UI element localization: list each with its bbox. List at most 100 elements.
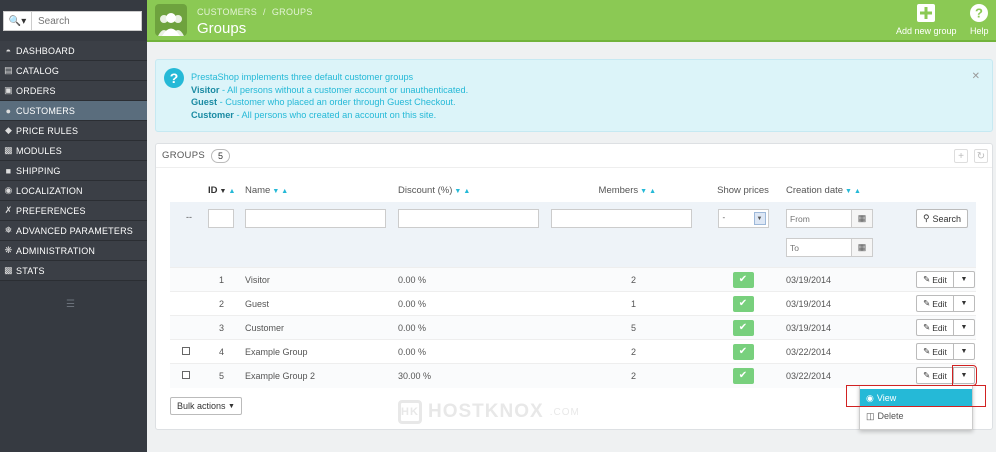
menu-item-administration[interactable]: ❋ ADMINISTRATION bbox=[0, 241, 147, 261]
filter-members-input[interactable] bbox=[551, 209, 692, 228]
sort-asc-icon[interactable]: ▲ bbox=[281, 188, 288, 195]
table-row[interactable]: 1 Visitor 0.00 % 2 ✔ 03/19/2014 ✎ Edit ▼ bbox=[170, 267, 976, 292]
search-button[interactable]: ⚲ Search bbox=[916, 209, 968, 228]
date-to-input[interactable] bbox=[786, 238, 852, 257]
caret-down-icon: ▼ bbox=[960, 324, 968, 331]
sort-desc-icon[interactable]: ▼ bbox=[272, 188, 279, 195]
edit-button[interactable]: ✎ Edit bbox=[916, 271, 954, 288]
menu-item-stats[interactable]: ▩ STATS bbox=[0, 261, 147, 281]
row-actions-toggle[interactable]: ▼ bbox=[954, 295, 975, 312]
row-actions-toggle[interactable]: ▼ bbox=[954, 343, 975, 360]
row-actions-toggle[interactable]: ▼ bbox=[952, 365, 977, 387]
menu-item-label: CUSTOMERS bbox=[16, 105, 76, 116]
menu-item-localization[interactable]: ◉ LOCALIZATION bbox=[0, 181, 147, 201]
sort-desc-icon[interactable]: ▼ bbox=[640, 188, 647, 195]
breadcrumb-item[interactable]: CUSTOMERS bbox=[197, 7, 257, 17]
cell-name: Guest bbox=[245, 291, 398, 316]
column-header-label: Discount (%) bbox=[398, 184, 453, 196]
search-type-button[interactable]: 🔍▾ bbox=[4, 12, 32, 30]
row-select-cell bbox=[170, 315, 208, 340]
filter-name-input[interactable] bbox=[245, 209, 386, 228]
menu-item-advanced-parameters[interactable]: ❅ ADVANCED PARAMETERS bbox=[0, 221, 147, 241]
filter-show-prices-select[interactable]: - ▼ bbox=[717, 209, 769, 228]
breadcrumb-item[interactable]: GROUPS bbox=[272, 7, 313, 17]
column-header-creation-date: Creation date ▼ ▲ bbox=[782, 178, 916, 202]
sort-asc-icon[interactable]: ▲ bbox=[463, 188, 470, 195]
table-row[interactable]: 5 Example Group 2 30.00 % 2 ✔ 03/22/2014 ✎ Edit… bbox=[170, 363, 977, 388]
sort-desc-icon[interactable]: ▼ bbox=[220, 188, 227, 195]
chevron-down-icon: ▼ bbox=[753, 212, 766, 225]
row-actions-toggle[interactable]: ▼ bbox=[954, 319, 975, 336]
table-row[interactable]: 2 Guest 0.00 % 1 ✔ 03/19/2014 ✎ Edit ▼ bbox=[170, 291, 976, 316]
menu-item-shipping[interactable]: ■ SHIPPING bbox=[0, 161, 147, 181]
menu-item-orders[interactable]: ▣ ORDERS bbox=[0, 81, 147, 101]
search-input[interactable] bbox=[32, 12, 141, 30]
edit-button[interactable]: ✎ Edit bbox=[916, 367, 954, 385]
cell-actions: ✎ Edit ▼ bbox=[916, 363, 977, 388]
row-checkbox[interactable] bbox=[182, 370, 190, 379]
edit-button[interactable]: ✎ Edit bbox=[916, 319, 954, 336]
date-from-input[interactable] bbox=[786, 209, 852, 228]
alert-term: Guest bbox=[191, 97, 218, 107]
filter-cell bbox=[551, 202, 704, 268]
calendar-icon[interactable]: ▦ bbox=[852, 209, 873, 228]
filter-cell bbox=[398, 202, 551, 268]
alert-line: Guest - Customer who placed an order thr… bbox=[191, 96, 468, 109]
table-row[interactable]: 4 Example Group 0.00 % 2 ✔ 03/22/2014 ✎ Edit ▼ bbox=[170, 339, 976, 364]
edit-button[interactable]: ✎ Edit bbox=[916, 295, 954, 312]
check-icon[interactable]: ✔ bbox=[732, 319, 754, 336]
pencil-icon: ✎ bbox=[923, 298, 931, 308]
sort-asc-icon[interactable]: ▲ bbox=[649, 188, 656, 195]
calendar-icon[interactable]: ▦ bbox=[852, 238, 873, 257]
groups-count-badge: 5 bbox=[210, 148, 231, 163]
cell-show-prices: ✔ bbox=[704, 315, 782, 340]
cell-members: 5 bbox=[551, 315, 704, 340]
menu-item-customers[interactable]: ● CUSTOMERS bbox=[0, 101, 147, 121]
bulk-actions-button[interactable]: Bulk actions ▼ bbox=[170, 397, 242, 415]
sort-desc-icon[interactable]: ▼ bbox=[845, 188, 852, 195]
sort-asc-icon[interactable]: ▲ bbox=[228, 188, 235, 195]
column-header-label: Members bbox=[598, 184, 639, 196]
check-icon[interactable]: ✔ bbox=[732, 343, 754, 360]
caret-down-icon: ▼ bbox=[960, 348, 968, 355]
sort-asc-icon[interactable]: ▲ bbox=[854, 188, 861, 195]
menu-item-dashboard[interactable]: ◓ DASHBOARD bbox=[0, 41, 147, 61]
cell-id: 5 bbox=[208, 363, 245, 388]
breadcrumb: CUSTOMERS / GROUPS bbox=[197, 7, 313, 17]
menu-item-modules[interactable]: ▩ MODULES bbox=[0, 141, 147, 161]
column-header-label: Creation date bbox=[786, 184, 844, 196]
close-icon[interactable]: ✕ bbox=[972, 71, 980, 82]
sort-desc-icon[interactable]: ▼ bbox=[454, 188, 461, 195]
add-new-group-button[interactable]: Add new group bbox=[896, 4, 957, 36]
cell-id: 4 bbox=[208, 339, 245, 364]
check-icon[interactable]: ✔ bbox=[732, 271, 754, 288]
help-button[interactable]: ? Help bbox=[970, 4, 989, 36]
cell-discount: 0.00 % bbox=[398, 267, 551, 292]
delete-menu-item[interactable]: ◫ Delete bbox=[860, 407, 972, 425]
edit-label: Edit bbox=[932, 346, 947, 357]
filter-discount-input[interactable] bbox=[398, 209, 539, 228]
row-actions-toggle[interactable]: ▼ bbox=[954, 271, 975, 288]
refresh-icon[interactable]: ↻ bbox=[974, 149, 988, 163]
menu-item-preferences[interactable]: ✗ PREFERENCES bbox=[0, 201, 147, 221]
check-icon[interactable]: ✔ bbox=[732, 295, 754, 312]
cell-members: 1 bbox=[551, 291, 704, 316]
panel-heading: GROUPS 5 bbox=[156, 144, 992, 168]
filter-id-input[interactable] bbox=[208, 209, 234, 228]
menu-item-price-rules[interactable]: ◆ PRICE RULES bbox=[0, 121, 147, 141]
menu-item-label: SHIPPING bbox=[16, 165, 61, 176]
cell-actions: ✎ Edit ▼ bbox=[916, 291, 976, 316]
row-checkbox[interactable] bbox=[182, 346, 190, 355]
catalog-icon: ▤ bbox=[4, 65, 13, 75]
collapse-menu-icon[interactable]: ☰ bbox=[66, 299, 75, 310]
pencil-icon: ✎ bbox=[923, 274, 931, 284]
menu-item-catalog[interactable]: ▤ CATALOG bbox=[0, 61, 147, 81]
check-icon[interactable]: ✔ bbox=[732, 367, 754, 384]
puzzle-icon: ▩ bbox=[4, 145, 13, 155]
add-icon[interactable]: + bbox=[954, 149, 968, 163]
customers-icon: ● bbox=[5, 105, 12, 116]
page-title: Groups bbox=[197, 20, 247, 37]
bulk-actions-label: Bulk actions bbox=[177, 401, 226, 411]
edit-button[interactable]: ✎ Edit bbox=[916, 343, 954, 360]
table-row[interactable]: 3 Customer 0.00 % 5 ✔ 03/19/2014 ✎ Edit ▼ bbox=[170, 315, 976, 340]
